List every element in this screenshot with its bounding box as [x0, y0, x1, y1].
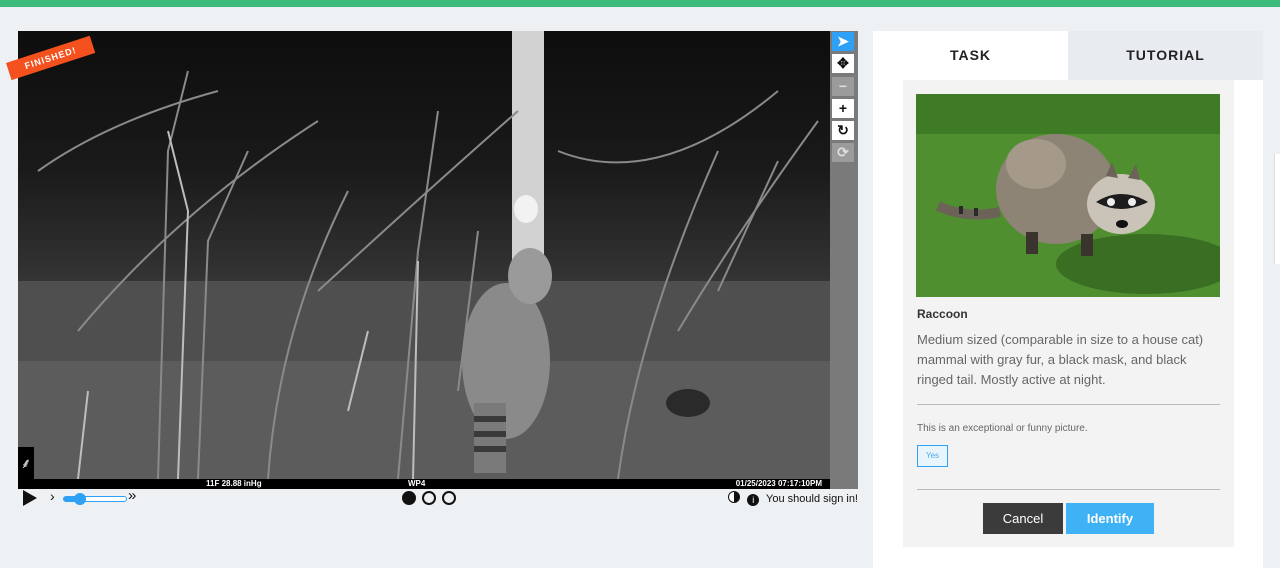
slow-down-icon[interactable]: › [50, 488, 55, 504]
playback-controls: › » i You should sign in! [18, 487, 858, 510]
speed-slider[interactable] [63, 493, 127, 505]
image-viewer[interactable]: ⸙ 11F 28.88 inHg WP4 01/25/2023 07:17:10… [6, 31, 858, 489]
divider [917, 489, 1220, 490]
top-accent-stripe [0, 0, 1280, 7]
species-photo [916, 94, 1220, 297]
move-icon[interactable]: ✥ [832, 54, 854, 73]
speed-slider-thumb[interactable] [73, 493, 86, 505]
pointer-icon[interactable]: ➤ [832, 32, 854, 51]
identify-button[interactable]: Identify [1066, 503, 1154, 534]
signin-notice: i You should sign in! [728, 491, 858, 506]
species-card: Raccoon Medium sized (comparable in size… [903, 80, 1234, 547]
night-scene [18, 31, 830, 479]
camera-temperature: 11F 28.88 inHg [206, 479, 262, 488]
viewer-toolbar: ➤ ✥ − + ↻ ⟳ [830, 31, 858, 489]
frame-selector [402, 491, 462, 510]
camera-info-strip: 11F 28.88 inHg WP4 01/25/2023 07:17:10PM [18, 479, 830, 489]
tab-task[interactable]: TASK [873, 31, 1068, 80]
info-icon[interactable]: i [747, 494, 760, 506]
contrast-icon[interactable] [728, 491, 741, 503]
zoom-out-icon[interactable]: − [832, 77, 854, 96]
cancel-button[interactable]: Cancel [983, 503, 1063, 534]
species-description: Medium sized (comparable in size to a ho… [917, 332, 1204, 387]
frame-dot[interactable] [442, 491, 456, 505]
funny-question-label: This is an exceptional or funny picture. [917, 423, 1088, 434]
tab-tutorial[interactable]: TUTORIAL [1068, 31, 1263, 80]
species-name: Raccoon [917, 307, 968, 321]
frame-dot[interactable] [402, 491, 416, 505]
play-icon[interactable] [23, 490, 37, 506]
trail-camera-photo[interactable]: ⸙ 11F 28.88 inHg WP4 01/25/2023 07:17:10… [18, 31, 830, 489]
yes-button[interactable]: Yes [917, 445, 948, 467]
top-bar [0, 0, 1280, 10]
camera-brand-logo: ⸙ [18, 447, 34, 479]
classification-panel: TASK TUTORIAL Raccoon Medium sized (comp… [873, 31, 1263, 568]
reset-icon[interactable]: ⟳ [832, 143, 854, 162]
camera-timestamp: 01/25/2023 07:17:10PM [735, 479, 822, 488]
zoom-in-icon[interactable]: + [832, 99, 854, 118]
divider [917, 404, 1220, 405]
camera-id: WP4 [408, 479, 426, 488]
side-drawer-edge[interactable] [1274, 154, 1280, 264]
frame-dot[interactable] [422, 491, 436, 505]
signin-text[interactable]: You should sign in! [766, 493, 858, 505]
rotate-icon[interactable]: ↻ [832, 121, 854, 140]
speed-up-icon[interactable]: » [128, 487, 136, 504]
panel-tabs: TASK TUTORIAL [873, 31, 1263, 80]
